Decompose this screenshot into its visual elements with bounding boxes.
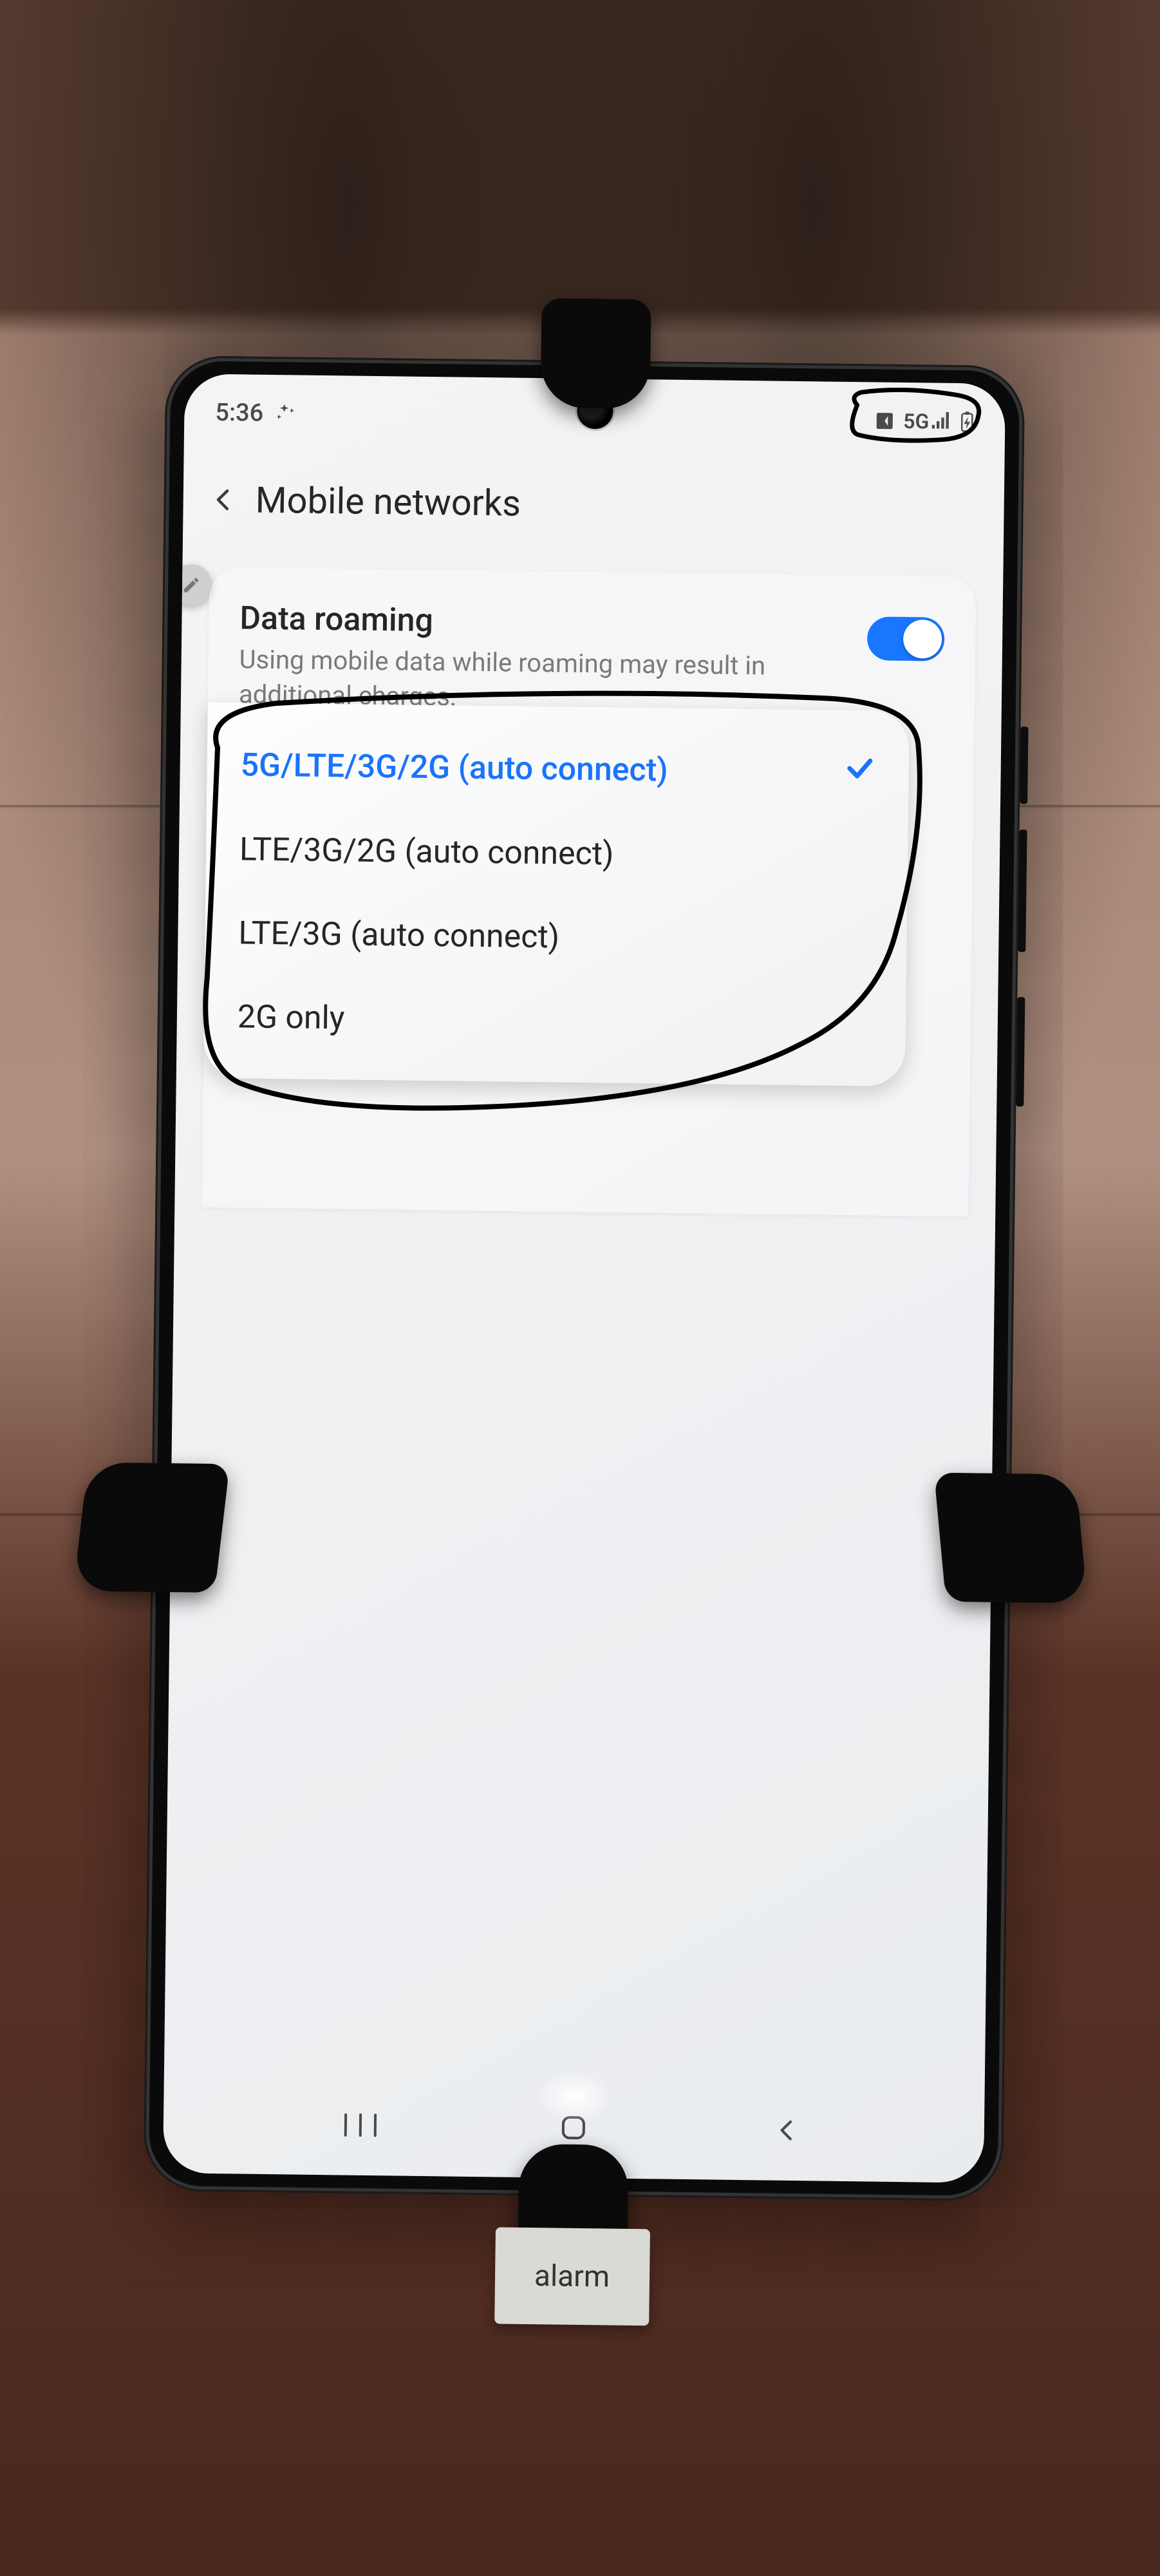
edit-badge-icon xyxy=(171,564,212,606)
recents-button[interactable] xyxy=(334,2105,386,2145)
battery-charging-icon xyxy=(960,412,974,432)
network-mode-option-lte-3g-2g[interactable]: LTE/3G/2G (auto connect) xyxy=(205,808,908,900)
app-header: Mobile networks xyxy=(183,457,1004,551)
signal-icon xyxy=(931,409,951,433)
security-clip xyxy=(540,298,651,409)
network-mode-popover: 5G/LTE/3G/2G (auto connect) LTE/3G/2G (a… xyxy=(203,703,910,1086)
power-button xyxy=(1016,997,1025,1106)
volume-button xyxy=(1018,829,1027,952)
option-label: 2G only xyxy=(238,998,345,1037)
alarm-tag: alarm xyxy=(494,2227,650,2325)
network-mode-option-5g[interactable]: 5G/LTE/3G/2G (auto connect) xyxy=(207,722,910,816)
nav-back-button[interactable] xyxy=(762,2110,814,2150)
side-button xyxy=(1020,726,1028,804)
screen: 5:36 5G xyxy=(163,374,1006,2183)
network-mode-option-2g[interactable]: 2G only xyxy=(203,975,906,1067)
page-title: Mobile networks xyxy=(255,479,521,525)
status-time: 5:36 xyxy=(215,399,263,428)
security-clip xyxy=(73,1463,230,1593)
check-icon xyxy=(844,753,875,793)
data-roaming-toggle[interactable] xyxy=(867,616,945,661)
network-indicator: 5G xyxy=(903,409,951,434)
nfc-icon xyxy=(875,411,894,430)
phone-frame: 5:36 5G xyxy=(144,355,1025,2201)
option-label: LTE/3G (auto connect) xyxy=(238,914,559,956)
security-clip xyxy=(934,1473,1088,1604)
home-button[interactable] xyxy=(548,2108,600,2147)
option-label: 5G/LTE/3G/2G (auto connect) xyxy=(240,746,668,789)
data-roaming-title: Data roaming xyxy=(239,600,842,644)
network-mode-option-lte-3g[interactable]: LTE/3G (auto connect) xyxy=(205,891,908,983)
alarm-tag-label: alarm xyxy=(534,2259,610,2294)
network-type-label: 5G xyxy=(903,409,930,433)
option-label: LTE/3G/2G (auto connect) xyxy=(239,831,614,873)
back-button[interactable] xyxy=(210,486,238,514)
settings-suggest-icon xyxy=(275,402,297,424)
